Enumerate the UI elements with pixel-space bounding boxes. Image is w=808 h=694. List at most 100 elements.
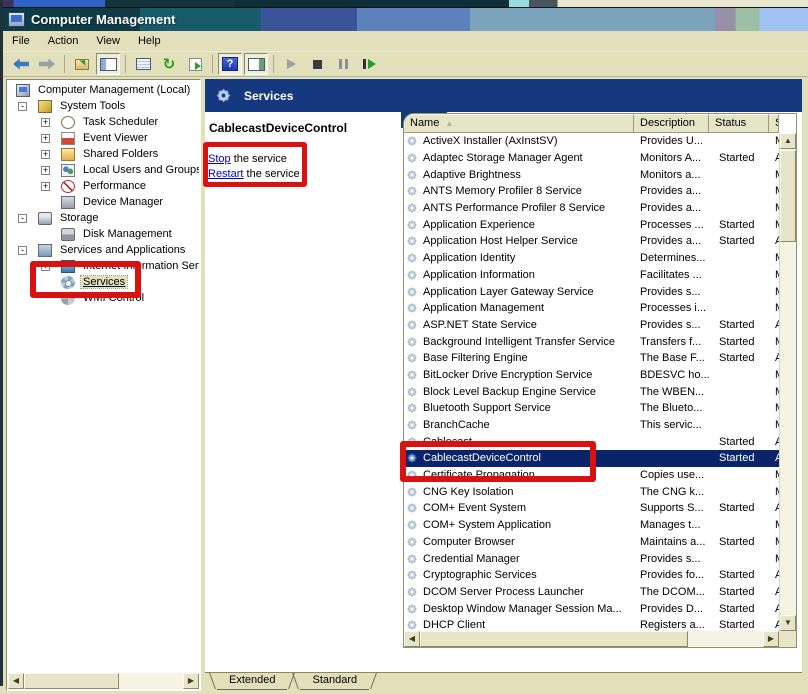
tree-horizontal-scrollbar[interactable]: ◀ ▶ (8, 673, 199, 689)
scroll-right-button[interactable]: ▶ (183, 673, 199, 689)
scroll-thumb[interactable] (420, 631, 688, 647)
service-name-cell: Application Layer Gateway Service (404, 286, 634, 298)
tab-extended[interactable]: Extended (217, 673, 288, 690)
service-row[interactable]: Adaptec Storage Manager Agent Monitors A… (404, 150, 779, 167)
scroll-down-button[interactable]: ▼ (780, 615, 796, 631)
column-header-startup-type[interactable]: St (769, 114, 779, 133)
stop-service-button[interactable] (305, 53, 329, 75)
sort-ascending-icon: ▲ (445, 119, 454, 128)
tree-item-services-and-applications[interactable]: - Services and Applications (8, 242, 199, 258)
tree-expander-icon[interactable]: + (41, 165, 50, 175)
menu-action[interactable]: Action (39, 33, 88, 49)
tree-expander-icon[interactable]: - (18, 245, 27, 255)
tree-expander-icon[interactable]: + (41, 149, 50, 159)
show-console-tree-button[interactable] (96, 53, 120, 75)
service-startup-type: A (769, 502, 779, 514)
service-row[interactable]: Application Experience Processes ... Sta… (404, 216, 779, 233)
scroll-track[interactable] (119, 673, 183, 689)
tree-expander-icon[interactable]: - (18, 213, 27, 223)
tree-item-disk-management[interactable]: Disk Management (8, 226, 199, 242)
tree-item-device-manager[interactable]: Device Manager (8, 194, 199, 210)
menu-view[interactable]: View (87, 33, 129, 49)
column-header-name[interactable]: Name ▲ (404, 114, 634, 133)
tree-item-storage[interactable]: - Storage (8, 210, 199, 226)
service-row[interactable]: Base Filtering Engine The Base F... Star… (404, 350, 779, 367)
tree-item-system-tools[interactable]: - System Tools (8, 98, 199, 114)
service-row[interactable]: BitLocker Drive Encryption Service BDESV… (404, 367, 779, 384)
tree-item-task-scheduler[interactable]: + Task Scheduler (8, 114, 199, 130)
tab-standard[interactable]: Standard (300, 673, 370, 690)
tree-expander-icon[interactable]: + (41, 117, 50, 127)
column-header-status[interactable]: Status (709, 114, 769, 133)
scroll-thumb[interactable] (780, 150, 796, 242)
service-description: The Blueto... (640, 402, 703, 415)
scroll-left-button[interactable]: ◀ (404, 631, 420, 647)
start-service-button[interactable] (279, 53, 303, 75)
tree-item-shared-folders[interactable]: + Shared Folders (8, 146, 199, 162)
service-row[interactable]: DCOM Server Process Launcher The DCOM...… (404, 584, 779, 601)
service-row[interactable]: Application Layer Gateway Service Provid… (404, 283, 779, 300)
service-row[interactable]: COM+ Event System Supports S... Started … (404, 500, 779, 517)
list-vertical-scrollbar[interactable]: ▲ ▼ (779, 133, 796, 631)
scroll-left-button[interactable]: ◀ (8, 673, 24, 689)
service-row[interactable]: Application Host Helper Service Provides… (404, 233, 779, 250)
service-row[interactable]: Adaptive Brightness Monitors a... M (404, 166, 779, 183)
service-row[interactable]: Application Management Processes i... M (404, 300, 779, 317)
service-status: Started (719, 218, 755, 231)
pause-service-button[interactable] (331, 53, 355, 75)
scroll-track[interactable] (688, 631, 763, 647)
restart-service-button[interactable] (357, 53, 381, 75)
service-gear-icon (407, 286, 417, 297)
restart-icon (362, 59, 376, 69)
tree-item-local-users-and-groups[interactable]: + Local Users and Groups (8, 162, 199, 178)
service-row[interactable]: Application Information Facilitates ... … (404, 267, 779, 284)
service-row[interactable]: Cryptographic Services Provides fo... St… (404, 567, 779, 584)
service-row[interactable]: Block Level Backup Engine Service The WB… (404, 383, 779, 400)
service-row[interactable]: ASP.NET State Service Provides s... Star… (404, 317, 779, 334)
menu-file[interactable]: File (3, 33, 39, 49)
tree-item-performance[interactable]: + Performance (8, 178, 199, 194)
tree-item-computer-management-local-[interactable]: Computer Management (Local) (8, 82, 199, 98)
service-description: Provides a... (640, 185, 702, 198)
properties-button[interactable] (131, 53, 155, 75)
service-row[interactable]: Background Intelligent Transfer Service … (404, 333, 779, 350)
scroll-right-button[interactable]: ▶ (763, 631, 779, 647)
up-one-level-button[interactable] (70, 53, 94, 75)
service-name-cell: Application Information (404, 269, 634, 281)
column-header-description[interactable]: Description (634, 114, 709, 133)
refresh-button[interactable]: ↻ (157, 53, 181, 75)
service-row[interactable]: DHCP Client Registers a... Started A (404, 617, 779, 631)
service-name-cell: Background Intelligent Transfer Service (404, 336, 634, 348)
service-row[interactable]: COM+ System Application Manages t... M (404, 517, 779, 534)
service-row[interactable]: Credential Manager Provides s... M (404, 550, 779, 567)
help-button[interactable]: ? (218, 53, 242, 75)
export-list-button[interactable] (183, 53, 207, 75)
show-action-pane-button[interactable] (244, 53, 268, 75)
forward-button[interactable] (35, 53, 59, 75)
help-icon: ? (222, 57, 238, 71)
tree-item-icon (61, 163, 75, 177)
service-row[interactable]: ANTS Performance Profiler 8 Service Prov… (404, 200, 779, 217)
service-row[interactable]: ActiveX Installer (AxInstSV) Provides U.… (404, 133, 779, 150)
scroll-thumb[interactable] (24, 673, 119, 689)
tree-expander-icon[interactable]: + (41, 133, 50, 143)
tree-expander-icon[interactable]: + (41, 181, 50, 191)
tree-item-label: Services and Applications (60, 244, 186, 256)
service-row[interactable]: Bluetooth Support Service The Blueto... … (404, 400, 779, 417)
service-row[interactable]: Desktop Window Manager Session Ma... Pro… (404, 600, 779, 617)
menu-help[interactable]: Help (129, 33, 170, 49)
scroll-up-button[interactable]: ▲ (780, 133, 796, 149)
service-row[interactable]: CNG Key Isolation The CNG k... M (404, 483, 779, 500)
service-row[interactable]: ANTS Memory Profiler 8 Service Provides … (404, 183, 779, 200)
tree-expander-icon[interactable]: - (18, 101, 27, 111)
list-horizontal-scrollbar[interactable]: ◀ ▶ (404, 631, 779, 647)
tree-item-event-viewer[interactable]: + Event Viewer (8, 130, 199, 146)
service-gear-icon (407, 270, 417, 280)
service-row[interactable]: Computer Browser Maintains a... Started … (404, 534, 779, 551)
service-row[interactable]: Application Identity Determines... M (404, 250, 779, 267)
service-description: Registers a... (640, 619, 705, 631)
service-name-cell: Adaptive Brightness (404, 169, 634, 181)
service-row[interactable]: BranchCache This servic... M (404, 417, 779, 434)
back-button[interactable] (9, 53, 33, 75)
title-bar[interactable]: Computer Management (3, 8, 808, 31)
